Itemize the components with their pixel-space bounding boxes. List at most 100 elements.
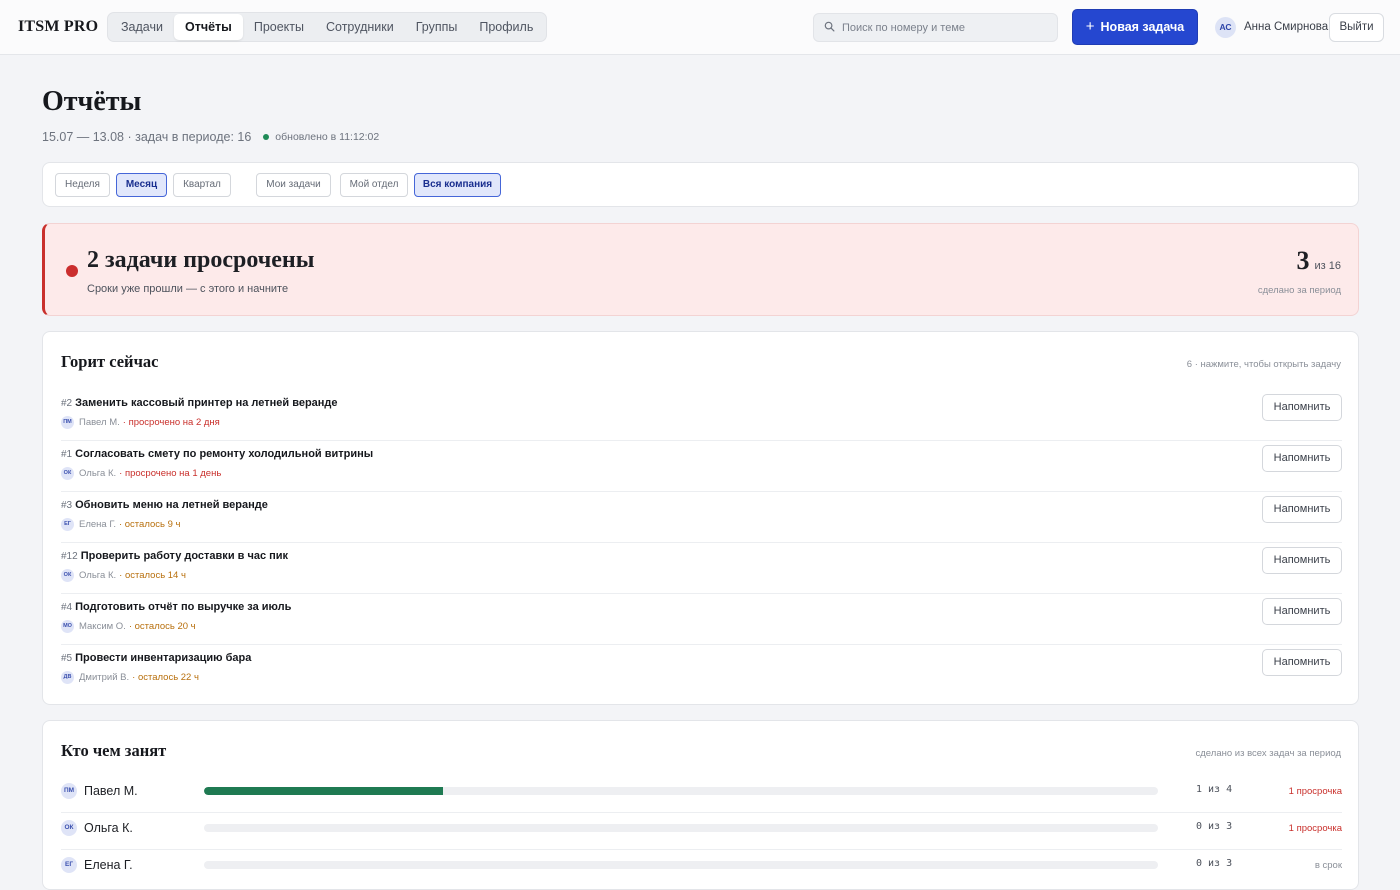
assignee-name: Елена Г. bbox=[79, 519, 116, 530]
person-status: в срок bbox=[1314, 860, 1342, 871]
remind-button[interactable]: Напомнить bbox=[1262, 547, 1342, 574]
progress-bar bbox=[204, 787, 1158, 795]
assignee-name: Максим О. bbox=[79, 621, 126, 632]
assignee-avatar: ПМ bbox=[61, 416, 74, 429]
deadline-status: · осталось 9 ч bbox=[118, 519, 181, 530]
alert-subtitle: Сроки уже прошли — с этого и начните bbox=[87, 283, 289, 295]
workload-row: ПМ Павел М. 1 из 4 1 просрочка bbox=[61, 776, 1342, 813]
person-status: 1 просрочка bbox=[1288, 823, 1342, 834]
task-number: #3 bbox=[61, 500, 73, 511]
person-avatar: ОК bbox=[61, 820, 77, 836]
assignee-name: Ольга К. bbox=[79, 570, 117, 581]
nav-tab-reports[interactable]: Отчёты bbox=[173, 14, 243, 40]
task-title[interactable]: #5 Провести инвентаризацию бара bbox=[61, 652, 251, 664]
user-name[interactable]: Анна Смирнова bbox=[1244, 21, 1328, 33]
progress-bar bbox=[204, 861, 1158, 869]
updated-time: обновлено в 11:12:02 bbox=[275, 131, 380, 143]
person-avatar: ЕГ bbox=[61, 857, 77, 873]
assignee-avatar: МО bbox=[61, 620, 74, 633]
filter-my-tasks[interactable]: Мои задачи bbox=[256, 173, 331, 197]
workload-title: Кто чем занят bbox=[61, 741, 167, 760]
filter-my-department[interactable]: Мой отдел bbox=[340, 173, 408, 197]
task-title[interactable]: #2 Заменить кассовый принтер на летней ве… bbox=[61, 397, 338, 409]
progress-bar-fill bbox=[204, 787, 443, 795]
task-meta: МО Максим О. · осталось 20 ч bbox=[61, 620, 196, 633]
filter-week[interactable]: Неделя bbox=[55, 173, 110, 197]
search-input[interactable] bbox=[842, 21, 1042, 34]
task-title-text: Провести инвентаризацию бара bbox=[75, 652, 252, 664]
filter-month[interactable]: Месяц bbox=[116, 173, 167, 197]
hot-tasks-hint: 6 · нажмите, чтобы открыть задачу bbox=[1186, 359, 1341, 370]
done-counter: 3 из 16 bbox=[1297, 246, 1341, 276]
remind-button[interactable]: Напомнить bbox=[1262, 649, 1342, 676]
period-summary: 15.07 — 13.08 · задач в периоде: 16 обно… bbox=[42, 130, 379, 144]
person-avatar: ПМ bbox=[61, 783, 77, 799]
top-bar: ITSM PRO Задачи Отчёты Проекты Сотрудник… bbox=[0, 0, 1400, 55]
nav-tab-groups[interactable]: Группы bbox=[405, 14, 469, 40]
task-title-text: Обновить меню на летней веранде bbox=[75, 499, 268, 511]
search-box[interactable] bbox=[813, 13, 1058, 42]
task-title[interactable]: #1 Согласовать смету по ремонту холодильн… bbox=[61, 448, 373, 460]
workload-hint: сделано из всех задач за период bbox=[1195, 748, 1341, 759]
assignee-avatar: ОК bbox=[61, 467, 74, 480]
person-status: 1 просрочка bbox=[1288, 786, 1342, 797]
done-count-total: из 16 bbox=[1314, 260, 1341, 272]
nav-tab-employees[interactable]: Сотрудники bbox=[315, 14, 405, 40]
task-number: #5 bbox=[61, 653, 73, 664]
task-row[interactable]: #4 Подготовить отчёт по выручке за июль МО… bbox=[61, 594, 1342, 645]
done-count-label: сделано за период bbox=[1257, 285, 1341, 296]
task-title[interactable]: #3 Обновить меню на летней веранде bbox=[61, 499, 268, 511]
task-meta: ПМ Павел М. · просрочено на 2 дня bbox=[61, 416, 220, 429]
task-title-text: Подготовить отчёт по выручке за июль bbox=[75, 601, 292, 613]
person-name: Елена Г. bbox=[84, 858, 133, 872]
alert-dot-icon bbox=[66, 265, 78, 277]
task-row[interactable]: #12 Проверить работу доставки в час пик ОК… bbox=[61, 543, 1342, 594]
workload-row: ЕГ Елена Г. 0 из 3 в срок bbox=[61, 850, 1342, 887]
new-task-button[interactable]: + Новая задача bbox=[1072, 9, 1198, 45]
assignee-avatar: ЕГ bbox=[61, 518, 74, 531]
assignee-avatar: ОК bbox=[61, 569, 74, 582]
hot-tasks-title: Горит сейчас bbox=[61, 352, 159, 371]
task-number: #1 bbox=[61, 449, 73, 460]
progress-bar bbox=[204, 824, 1158, 832]
assignee-name: Дмитрий В. bbox=[79, 672, 130, 683]
task-title[interactable]: #4 Подготовить отчёт по выручке за июль bbox=[61, 601, 291, 613]
filters-bar: Неделя Месяц Квартал Мои задачи Мой отде… bbox=[42, 162, 1359, 207]
person-name: Павел М. bbox=[84, 784, 138, 798]
remind-button[interactable]: Напомнить bbox=[1262, 598, 1342, 625]
task-title-text: Заменить кассовый принтер на летней вера… bbox=[75, 397, 338, 409]
page-title: Отчёты bbox=[42, 86, 142, 117]
hot-tasks-card: Горит сейчас 6 · нажмите, чтобы открыть … bbox=[42, 331, 1359, 705]
nav-tab-projects[interactable]: Проекты bbox=[243, 14, 315, 40]
nav-tab-tasks[interactable]: Задачи bbox=[110, 14, 174, 40]
overdue-alert: 2 задачи просрочены Сроки уже прошли — с… bbox=[42, 223, 1359, 316]
person-name: Ольга К. bbox=[84, 821, 133, 835]
logout-button[interactable]: Выйти bbox=[1329, 13, 1384, 42]
deadline-status: · осталось 22 ч bbox=[132, 672, 199, 683]
task-meta: ДВ Дмитрий В. · осталось 22 ч bbox=[61, 671, 199, 684]
task-title-text: Согласовать смету по ремонту холодильной… bbox=[75, 448, 374, 460]
task-row[interactable]: #5 Провести инвентаризацию бара ДВ Дмитрий … bbox=[61, 645, 1342, 696]
assignee-name: Павел М. bbox=[79, 417, 120, 428]
task-row[interactable]: #3 Обновить меню на летней веранде ЕГ Елена… bbox=[61, 492, 1342, 543]
deadline-status: · осталось 20 ч bbox=[128, 621, 196, 632]
done-count: 1 из 4 bbox=[1196, 784, 1233, 795]
nav-tab-profile[interactable]: Профиль bbox=[468, 14, 544, 40]
remind-button[interactable]: Напомнить bbox=[1262, 394, 1342, 421]
task-row[interactable]: #2 Заменить кассовый принтер на летней ве… bbox=[61, 390, 1342, 441]
remind-button[interactable]: Напомнить bbox=[1262, 496, 1342, 523]
filter-quarter[interactable]: Квартал bbox=[173, 173, 231, 197]
assignee-avatar: ДВ bbox=[61, 671, 74, 684]
filter-whole-company[interactable]: Вся компания bbox=[414, 173, 501, 197]
search-icon bbox=[824, 21, 842, 35]
task-row[interactable]: #1 Согласовать смету по ремонту холодильн… bbox=[61, 441, 1342, 492]
task-title[interactable]: #12 Проверить работу доставки в час пик bbox=[61, 550, 288, 562]
task-meta: ОК Ольга К. · просрочено на 1 день bbox=[61, 467, 221, 480]
user-avatar[interactable]: АС bbox=[1215, 17, 1236, 38]
new-task-label: Новая задача bbox=[1100, 20, 1185, 34]
done-count: 0 из 3 bbox=[1196, 821, 1233, 832]
brand-logo[interactable]: ITSM PRO bbox=[18, 18, 98, 36]
assignee-name: Ольга К. bbox=[79, 468, 117, 479]
deadline-status: · просрочено на 2 дня bbox=[122, 417, 220, 428]
remind-button[interactable]: Напомнить bbox=[1262, 445, 1342, 472]
